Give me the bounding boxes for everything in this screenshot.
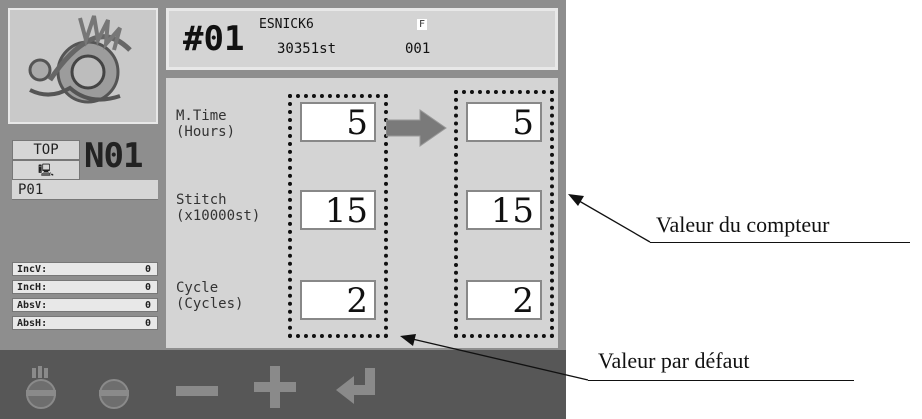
annotation-pointers [400, 194, 651, 381]
